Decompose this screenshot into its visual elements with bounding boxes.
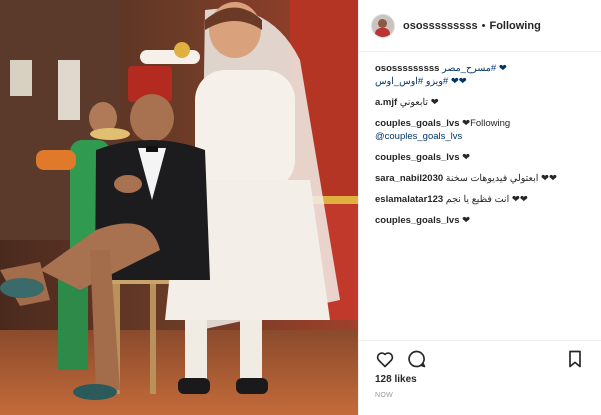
post-header: ososssssssss • Following xyxy=(359,0,601,52)
comment-item: sara_nabil2030 ابعتولي فيديوهات سخنة ❤❤ xyxy=(375,172,585,185)
comment-icon[interactable] xyxy=(407,349,427,369)
action-bar xyxy=(359,340,601,376)
comment-username[interactable]: couples_goals_lvs xyxy=(375,118,459,129)
comment-item: couples_goals_lvs ❤ xyxy=(375,151,585,164)
post-photo[interactable] xyxy=(0,0,358,415)
caption: ososssssssss مسرح_مصر# ❤ ويزو #اوس_اوس# … xyxy=(375,62,585,88)
bookmark-icon[interactable] xyxy=(565,349,585,369)
comment-username[interactable]: sara_nabil2030 xyxy=(375,173,443,184)
caption-username[interactable]: ososssssssss xyxy=(375,63,439,74)
header-username[interactable]: ososssssssss xyxy=(403,20,478,32)
comment-text: ❤Following xyxy=(462,118,511,129)
comment-username[interactable]: couples_goals_lvs xyxy=(375,152,459,163)
likes-count[interactable]: 128 likes xyxy=(375,374,417,385)
comment-item: eslamalatar123 انت فظيع يا نجم ❤❤ xyxy=(375,193,585,206)
comment-mention[interactable]: @couples_goals_lvs xyxy=(375,131,462,142)
comment-item: couples_goals_lvs ❤Following @couples_go… xyxy=(375,117,585,143)
post-timestamp: NOW xyxy=(375,392,394,399)
instagram-post: ososssssssss • Following ososssssssss مس… xyxy=(0,0,601,415)
caption-line2[interactable]: ويزو #اوس_اوس# ❤❤ xyxy=(375,76,467,87)
comment-item: a.mjf تابعوني ❤ xyxy=(375,96,585,109)
heart-icon[interactable] xyxy=(375,349,395,369)
avatar[interactable] xyxy=(371,13,395,38)
comment-username[interactable]: eslamalatar123 xyxy=(375,194,443,205)
comment-text: انت فظيع يا نجم ❤❤ xyxy=(445,194,528,205)
comment-text: ❤ xyxy=(462,152,471,163)
post-sidebar: ososssssssss • Following ososssssssss مس… xyxy=(358,0,601,415)
comment-text: ابعتولي فيديوهات سخنة ❤❤ xyxy=(445,173,557,184)
header-separator: • xyxy=(481,19,486,32)
stage-scene-image xyxy=(0,0,358,415)
comment-text: تابعوني ❤ xyxy=(399,97,439,108)
comments-list: ososssssssss مسرح_مصر# ❤ ويزو #اوس_اوس# … xyxy=(359,52,601,227)
comment-item: couples_goals_lvs ❤ xyxy=(375,214,585,227)
caption-line1[interactable]: مسرح_مصر# ❤ xyxy=(442,63,507,74)
following-button[interactable]: Following xyxy=(489,20,540,32)
comment-text: ❤ xyxy=(462,215,471,226)
comment-username[interactable]: a.mjf xyxy=(375,97,397,108)
comment-username[interactable]: couples_goals_lvs xyxy=(375,215,459,226)
